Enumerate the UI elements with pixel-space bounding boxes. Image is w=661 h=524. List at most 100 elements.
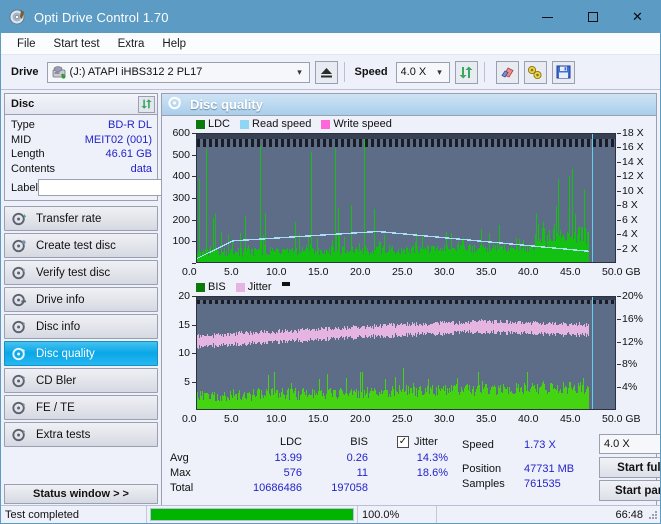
menu-item-file[interactable]: File — [9, 36, 44, 52]
speed-select[interactable]: 4.0 X ▾ — [395, 61, 450, 83]
x-tick-label: 25.0 — [392, 413, 413, 425]
status-bar: Test completed 100.0% 66:48 — [1, 505, 660, 523]
status-window-button[interactable]: Status window > > — [4, 484, 158, 504]
y-tick — [192, 263, 196, 264]
x-tick-label: 50.0 GB — [602, 413, 641, 425]
y2-tick-label: 4% — [622, 381, 638, 394]
main-panel: Disc quality LDC Read speed Write speed … — [161, 93, 660, 507]
y2-tick — [617, 161, 621, 163]
stats-avg-ldc: 13.99 — [274, 452, 302, 464]
x-tick-label: 40.0 — [518, 413, 539, 425]
menu-item-help[interactable]: Help — [154, 36, 194, 52]
disc-quality-icon — [168, 96, 183, 113]
y2-tick — [617, 296, 621, 297]
legend-swatch — [196, 282, 205, 292]
status-separator-1 — [146, 505, 147, 523]
minimize-button[interactable] — [525, 1, 570, 33]
sidebar-item-cd-bler[interactable]: CD Bler — [4, 368, 158, 393]
chevron-down-icon[interactable]: ▾ — [433, 67, 447, 78]
stats-panel: Avg Max Total LDC 13.99 576 10686486 BIS… — [162, 430, 660, 506]
disc-burn-icon — [12, 239, 29, 253]
refresh-button[interactable] — [454, 60, 478, 84]
save-button[interactable] — [551, 60, 575, 84]
sidebar-item-extra-tests[interactable]: Extra tests — [4, 422, 158, 447]
position-cursor — [591, 134, 593, 262]
sidebar-item-fe-te[interactable]: FE / TE — [4, 395, 158, 420]
drive-icon — [52, 65, 66, 79]
x-tick-label: 15.0 — [308, 413, 329, 425]
legend-label: Jitter — [247, 281, 272, 293]
start-part-button[interactable]: Start part — [599, 480, 660, 501]
maximize-button[interactable] — [570, 1, 615, 33]
jitter-checkbox[interactable]: ✓ — [397, 435, 409, 448]
y-tick-label: 500 — [172, 148, 190, 161]
result-speed-value: 4.0 X — [604, 438, 630, 450]
y-tick-label: 400 — [172, 170, 190, 183]
legend-swatch — [196, 119, 205, 129]
sidebar-item-transfer-rate[interactable]: Transfer rate — [4, 206, 158, 231]
sidebar-item-label: CD Bler — [36, 374, 77, 387]
top-chart[interactable]: 100 200 300 400 500 600 2 X4 X 6 X8 X 10 X 12 X 14… — [162, 127, 656, 279]
jitter-point — [588, 323, 589, 337]
disc-refresh-button[interactable] — [138, 95, 155, 113]
x-tick-label: 45.0 — [560, 413, 581, 425]
toolbar-separator-2 — [483, 62, 485, 82]
bottom-chart[interactable]: 5 10 15 20 4% 8% 12% 16% 20% 0.0 5.0 10.0 15.0 20.0 25… — [162, 290, 656, 426]
y-tick — [192, 241, 196, 243]
y2-tick — [617, 190, 621, 192]
top-chart-legend: LDC Read speed Write speed — [162, 116, 656, 131]
disc-drive-icon — [12, 293, 29, 307]
samples-stat-value: 761535 — [524, 478, 561, 490]
sidebar-item-disc-info[interactable]: Disc info — [4, 314, 158, 339]
y2-tick-label: 16 X — [622, 141, 644, 154]
ldc-bar — [199, 178, 200, 262]
close-button[interactable]: ✕ — [615, 1, 660, 33]
window-title: Opti Drive Control 1.70 — [34, 9, 169, 25]
tools-button[interactable] — [523, 60, 547, 84]
x-tick-label: 0.0 — [182, 413, 197, 425]
menu-bar: File Start test Extra Help — [1, 33, 660, 55]
jitter-label: Jitter — [414, 436, 438, 448]
sidebar-item-drive-info[interactable]: Drive info — [4, 287, 158, 312]
x-tick-label: 30.0 — [434, 266, 455, 278]
x-tick-label: 25.0 — [392, 266, 413, 278]
legend-label: LDC — [208, 118, 231, 130]
sidebar-item-label: Transfer rate — [36, 212, 102, 225]
status-message: Test completed — [5, 508, 79, 521]
y2-tick-label: 14 X — [622, 155, 644, 168]
stats-total-bis: 197058 — [331, 482, 368, 494]
menu-item-start-test[interactable]: Start test — [46, 36, 108, 52]
y2-tick — [617, 219, 621, 221]
y2-tick-label: 8% — [622, 358, 638, 371]
sidebar-item-disc-quality[interactable]: Disc quality — [4, 341, 158, 366]
y-tick — [192, 296, 196, 297]
result-speed-select[interactable]: 4.0 X ▾ — [599, 434, 660, 454]
eraser-button[interactable] — [495, 60, 519, 84]
resize-grip-icon[interactable] — [647, 509, 659, 521]
chevron-down-icon[interactable]: ▾ — [293, 67, 307, 78]
disc-row-contents-value: data — [130, 162, 152, 175]
disc-info-rows: Type BD-R DL MID MEIT02 (001) Length 46.… — [5, 115, 238, 200]
sidebar-item-label: Extra tests — [36, 428, 91, 441]
sidebar-item-verify-test-disc[interactable]: Verify test disc — [4, 260, 158, 285]
main-header: Disc quality — [162, 94, 656, 116]
start-full-button[interactable]: Start full — [599, 457, 660, 478]
y2-tick-label: 12% — [622, 335, 644, 348]
eject-button[interactable] — [314, 60, 338, 84]
y-tick-label: 20 — [178, 290, 190, 302]
y2-tick-label: 10 X — [622, 184, 644, 197]
samples-stat-label: Samples — [462, 478, 505, 490]
drive-select[interactable]: (J:) ATAPI iHBS312 2 PL17 ▾ — [46, 61, 310, 83]
disc-label-key: Label — [11, 181, 38, 194]
menu-item-extra[interactable]: Extra — [110, 36, 153, 52]
disc-fete-icon — [12, 401, 29, 415]
disc-panel-header: Disc — [5, 94, 157, 115]
speed-value: 4.0 X — [400, 66, 427, 78]
stats-avg-bis: 0.26 — [346, 452, 368, 464]
sidebar-item-create-test-disc[interactable]: Create test disc — [4, 233, 158, 258]
x-tick-label: 15.0 — [308, 266, 329, 278]
app-window: Opti Drive Control 1.70 ✕ File Start tes… — [0, 0, 661, 524]
disc-row-contents: Contents data — [11, 162, 152, 177]
bottom-chart-legend: BIS Jitter — [162, 279, 656, 294]
ldc-bar — [364, 139, 365, 262]
